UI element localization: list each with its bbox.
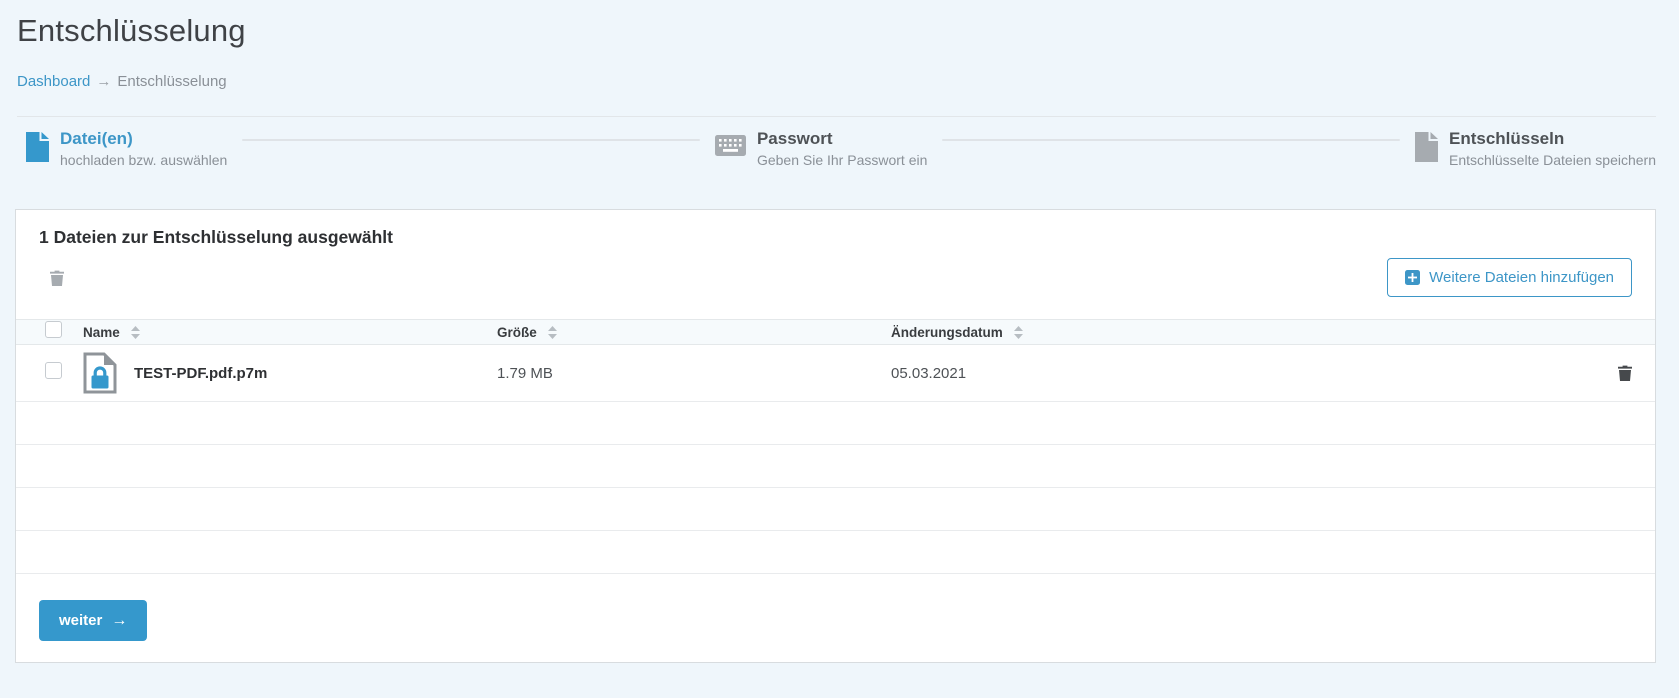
column-header-size[interactable]: Größe bbox=[497, 325, 891, 340]
file-size: 1.79 MB bbox=[497, 365, 891, 382]
breadcrumb-separator: → bbox=[96, 73, 111, 90]
table-header-row: Name Größe Änderungsdatum bbox=[16, 319, 1655, 345]
keyboard-icon bbox=[715, 135, 746, 156]
breadcrumb: Dashboard → Entschlüsselung bbox=[17, 73, 1656, 90]
header-checkbox-cell bbox=[16, 321, 83, 343]
breadcrumb-dashboard-link[interactable]: Dashboard bbox=[17, 73, 90, 90]
step-text: Entschlüsseln Entschlüsselte Dateien spe… bbox=[1449, 130, 1656, 168]
delete-selected-button[interactable] bbox=[46, 266, 68, 290]
file-icon bbox=[26, 132, 49, 162]
sort-up-down-icon bbox=[548, 326, 557, 339]
page-title: Entschlüsselung bbox=[17, 13, 1656, 49]
step-subtitle: Entschlüsselte Dateien speichern bbox=[1449, 152, 1656, 168]
panel-heading: 1 Dateien zur Entschlüsselung ausgewählt bbox=[16, 210, 1655, 248]
add-files-label: Weitere Dateien hinzufügen bbox=[1429, 269, 1614, 286]
next-button-label: weiter bbox=[59, 612, 102, 629]
column-header-name[interactable]: Name bbox=[83, 325, 497, 340]
trash-icon bbox=[1618, 365, 1632, 381]
select-all-checkbox[interactable] bbox=[45, 321, 62, 338]
step-text: Passwort Geben Sie Ihr Passwort ein bbox=[757, 130, 927, 168]
trash-icon bbox=[50, 270, 64, 286]
step-subtitle: Geben Sie Ihr Passwort ein bbox=[757, 152, 927, 168]
sort-up-down-icon bbox=[1014, 326, 1023, 339]
locked-file-icon bbox=[83, 352, 117, 394]
file-icon bbox=[1415, 132, 1438, 162]
step-subtitle: hochladen bzw. auswählen bbox=[60, 152, 227, 168]
delete-file-button[interactable] bbox=[1614, 361, 1636, 385]
breadcrumb-current: Entschlüsselung bbox=[117, 73, 226, 90]
step-title: Entschlüsseln bbox=[1449, 130, 1656, 148]
wizard-steps: Datei(en) hochladen bzw. auswählen Passw… bbox=[0, 117, 1679, 177]
file-name-cell: TEST-PDF.pdf.p7m bbox=[83, 352, 497, 394]
empty-table-row bbox=[16, 402, 1655, 445]
step-text: Datei(en) hochladen bzw. auswählen bbox=[60, 130, 227, 168]
table-row: TEST-PDF.pdf.p7m 1.79 MB 05.03.2021 bbox=[16, 345, 1655, 402]
files-panel: 1 Dateien zur Entschlüsselung ausgewählt… bbox=[15, 209, 1656, 663]
plus-square-icon bbox=[1405, 270, 1420, 285]
step-decrypt[interactable]: Entschlüsseln Entschlüsselte Dateien spe… bbox=[1415, 130, 1656, 168]
file-modified-date: 05.03.2021 bbox=[891, 365, 1595, 382]
empty-table-row bbox=[16, 445, 1655, 488]
add-files-button[interactable]: Weitere Dateien hinzufügen bbox=[1387, 258, 1632, 297]
step-password[interactable]: Passwort Geben Sie Ihr Passwort ein bbox=[715, 130, 927, 168]
step-files[interactable]: Datei(en) hochladen bzw. auswählen bbox=[26, 130, 227, 168]
panel-footer: weiter → bbox=[16, 574, 1655, 662]
step-title: Datei(en) bbox=[60, 130, 227, 148]
sort-up-down-icon bbox=[131, 326, 140, 339]
empty-table-row bbox=[16, 531, 1655, 574]
next-step-button[interactable]: weiter → bbox=[39, 600, 147, 641]
step-title: Passwort bbox=[757, 130, 927, 148]
file-name: TEST-PDF.pdf.p7m bbox=[134, 365, 267, 382]
column-header-modified[interactable]: Änderungsdatum bbox=[891, 325, 1595, 340]
arrow-right-icon: → bbox=[111, 613, 127, 629]
panel-actions: Weitere Dateien hinzufügen bbox=[16, 248, 1655, 307]
step-connector bbox=[942, 139, 1400, 141]
page-header: Entschlüsselung Dashboard → Entschlüsselun… bbox=[0, 0, 1679, 117]
step-connector bbox=[242, 139, 700, 141]
row-checkbox[interactable] bbox=[45, 362, 62, 379]
row-checkbox-cell bbox=[16, 362, 83, 384]
empty-table-row bbox=[16, 488, 1655, 531]
